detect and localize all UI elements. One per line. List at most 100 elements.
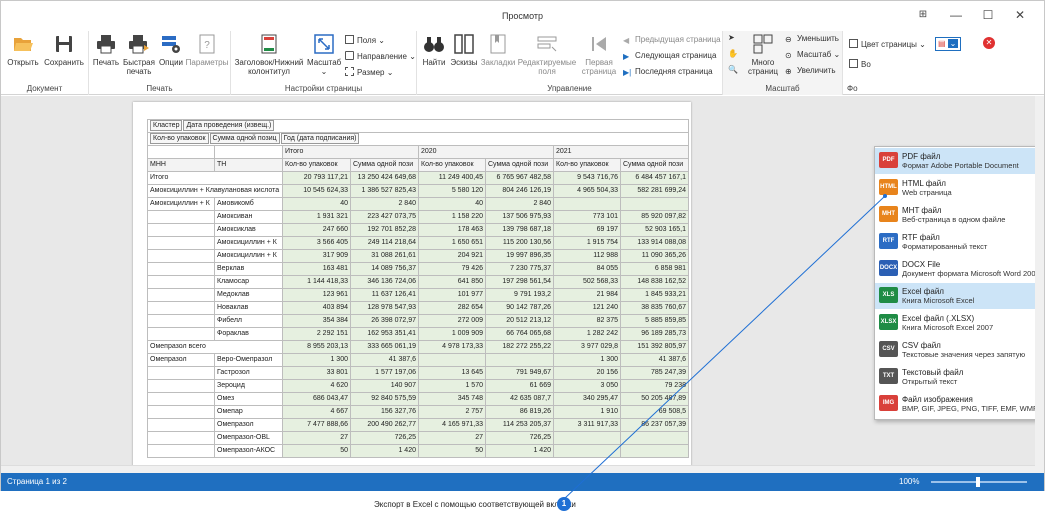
export-option-title: DOCX File xyxy=(902,260,941,269)
table-row: Амоксициллин + К3 566 405 249 114 218,64 1… xyxy=(147,236,689,250)
page-size-dropdown[interactable]: Размер ⌄ xyxy=(345,67,393,78)
zoom-in-button[interactable]: ⊕ Увеличить xyxy=(785,66,836,76)
preview-page: Кластер Дата проведения (извещ.) Кол-во у… xyxy=(133,102,691,473)
row-header-tn[interactable]: ТН xyxy=(214,158,283,172)
orientation-dropdown[interactable]: Направление ⌄ xyxy=(345,51,416,62)
value-cell: 115 200 130,56 xyxy=(485,236,554,250)
export-split-button[interactable]: ▤ ⌄ xyxy=(935,37,962,51)
status-bar: Страница 1 из 2 100% xyxy=(1,473,1044,491)
last-page-button[interactable]: ▶| Последняя страница xyxy=(623,67,713,77)
year-header-2021: 2021 xyxy=(553,145,689,159)
export-option-mht[interactable]: MHT MHT файл Веб-страница в одном файле xyxy=(875,202,1036,228)
pointer-tool[interactable]: ➤ xyxy=(728,33,735,43)
many-pages-icon xyxy=(753,34,773,54)
export-option-csv[interactable]: CSV CSV файл Текстовые значения через запя… xyxy=(875,337,1036,363)
header-footer-button[interactable]: Заголовок/Нижний колонтитул xyxy=(233,33,305,76)
export-option-docx[interactable]: DOCX DOCX File Документ формата Microsoft … xyxy=(875,256,1040,282)
export-option-title: PDF файл xyxy=(902,152,941,161)
print-button[interactable]: Печать xyxy=(91,33,121,67)
options-button[interactable]: Опции xyxy=(157,33,185,67)
many-pages-button[interactable]: Много страниц xyxy=(743,33,783,76)
watermark-icon xyxy=(849,59,858,68)
pdf-file-icon: PDF xyxy=(879,152,898,168)
value-cell: 7 230 775,37 xyxy=(485,262,554,276)
column-field-year[interactable]: Год (дата подписания) xyxy=(280,133,360,144)
save-button[interactable]: Сохранить xyxy=(43,33,85,67)
row-label-tn: Гастрозол xyxy=(214,366,283,380)
ribbon-group-zoom: ➤ ✋ 🔍 Много страниц ⊖ Уменьшить ⊙ Масштаб … xyxy=(723,31,843,95)
export-dropdown-arrow[interactable]: ⌄ xyxy=(947,39,959,48)
value-cell: 1 420 xyxy=(485,444,554,458)
value-cell: 1 845 933,21 xyxy=(620,288,689,302)
export-option-rtf[interactable]: RTF RTF файл Форматированный текст xyxy=(875,229,1036,255)
maximize-button[interactable]: ☐ xyxy=(975,6,1001,24)
last-page-icon: ▶| xyxy=(623,68,632,77)
svg-text:?: ? xyxy=(204,40,210,51)
value-cell xyxy=(620,197,689,211)
export-option-html[interactable]: HTML HTML файл Web страница xyxy=(875,175,1036,201)
xlsx-file-icon: XLSX xyxy=(879,314,898,330)
value-cell: 13 645 xyxy=(418,366,486,380)
thumbnails-button[interactable]: Эскизы xyxy=(449,33,479,67)
row-header-mnn[interactable]: МНН xyxy=(147,158,215,172)
close-preview-button[interactable]: ✕ xyxy=(983,37,995,49)
row-label-mnn xyxy=(147,210,215,224)
preview-workspace[interactable]: Кластер Дата проведения (извещ.) Кол-во у… xyxy=(1,96,1044,473)
margins-dropdown[interactable]: Поля ⌄ xyxy=(345,35,385,46)
measure-header: Сумма одной пози xyxy=(485,158,554,172)
quick-print-button[interactable]: Быстрая печать xyxy=(121,33,157,76)
hand-tool[interactable]: ✋ xyxy=(728,49,738,59)
value-cell: 85 920 097,82 xyxy=(620,210,689,224)
open-button[interactable]: Открыть xyxy=(5,33,41,67)
parameters-button[interactable]: ? Параметры xyxy=(185,33,229,67)
ribbon-group-export: Цвет страницы ⌄ Во ▤ ⌄ ✕ Фо xyxy=(843,31,1043,95)
next-page-button[interactable]: ▶ Следующая страница xyxy=(623,51,716,61)
floppy-disk-icon xyxy=(56,36,72,52)
first-page-button[interactable]: Первая страница xyxy=(581,33,617,76)
page-color-dropdown[interactable]: Цвет страницы ⌄ xyxy=(849,39,926,50)
value-cell: 69 508,5 xyxy=(620,405,689,419)
zoom-dropdown[interactable]: ⊙ Масштаб ⌄ xyxy=(785,50,840,60)
value-cell: 1 420 xyxy=(350,444,419,458)
row-label-tn: Омепразол-OBL xyxy=(214,431,283,445)
row-label-tn: Омепразол xyxy=(214,418,283,432)
value-cell: 333 665 061,19 xyxy=(350,340,419,354)
editable-fields-button[interactable]: Редактируемые поля xyxy=(517,33,577,76)
zoom-slider-thumb[interactable] xyxy=(976,477,980,487)
minimize-button[interactable]: — xyxy=(943,6,969,24)
export-option-img[interactable]: IMG Файл изображения BMP, GIF, JPEG, PNG, … xyxy=(875,391,1038,417)
export-option-pdf[interactable]: PDF PDF файл Формат Adobe Portable Documen… xyxy=(875,148,1036,174)
table-row: Амоксиван 1 931 321 223 427 073,75 1 158 22… xyxy=(147,210,689,224)
scale-arrows-icon xyxy=(314,34,334,54)
export-format-dropdown: PDF PDF файл Формат Adobe Portable Documen… xyxy=(874,146,1040,420)
grand-total-column-header: Итого xyxy=(282,145,419,159)
horizontal-scrollbar[interactable] xyxy=(1,465,1035,473)
restore-layout-icon[interactable]: ⊞ xyxy=(910,6,936,24)
export-option-xls[interactable]: XLS Excel файл Книга Microsoft Excel xyxy=(875,283,1036,309)
export-option-txt[interactable]: TXT Текстовый файл Открытый текст xyxy=(875,364,1036,390)
export-option-xlsx[interactable]: XLSX Excel файл (.XLSX) Книга Microsoft Ex… xyxy=(875,310,1036,336)
scale-button[interactable]: Масштаб ⌄ xyxy=(307,33,341,76)
row-label-tn: Амоксиклав xyxy=(214,223,283,237)
find-button[interactable]: Найти xyxy=(421,33,447,67)
value-cell: 9 543 716,76 xyxy=(553,171,621,185)
previous-page-button[interactable]: ◀ Предыдущая страница xyxy=(623,35,721,45)
data-field-quantity[interactable]: Кол-во упаковок xyxy=(150,133,209,144)
vertical-scrollbar[interactable] xyxy=(1035,96,1044,473)
table-row: Новаклав 403 894 128 978 547,93 282 654 90 1… xyxy=(147,301,689,315)
row-label-tn: Амоксициллин + К xyxy=(214,249,283,263)
value-cell: 4 667 xyxy=(282,405,351,419)
data-field-sum[interactable]: Сумма одной позиц xyxy=(209,133,280,144)
bookmarks-button[interactable]: Закладки xyxy=(479,33,517,67)
zoom-out-button[interactable]: ⊖ Уменьшить xyxy=(785,34,839,44)
value-cell: 82 375 xyxy=(553,314,621,328)
value-cell: 5 580 120 xyxy=(418,184,486,198)
watermark-button[interactable]: Во xyxy=(849,59,871,70)
filter-field-date[interactable]: Дата проведения (извещ.) xyxy=(183,120,275,131)
quick-printer-icon xyxy=(129,35,149,54)
filter-field-cluster[interactable]: Кластер xyxy=(150,120,183,131)
close-button[interactable]: ✕ xyxy=(1007,6,1033,24)
value-cell: 133 914 088,08 xyxy=(620,236,689,250)
table-row: Фибелл 354 384 26 398 072,97 272 009 20 512 … xyxy=(147,314,689,328)
magnifier-tool[interactable]: 🔍 xyxy=(728,65,738,75)
